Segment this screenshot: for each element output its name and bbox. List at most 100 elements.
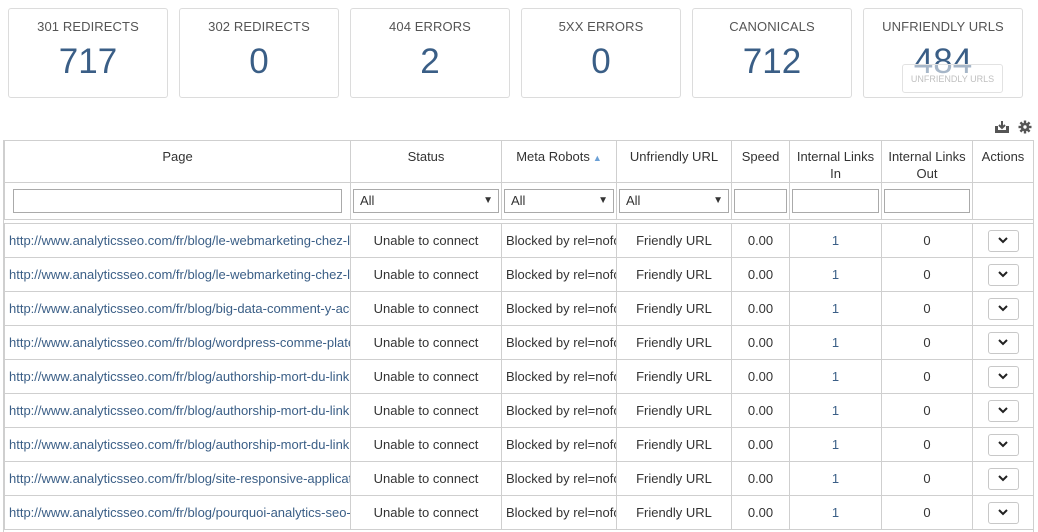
table-row[interactable]: http://www.analyticsseo.com/fr/blog/auth… — [4, 393, 1033, 428]
row-actions-button[interactable] — [987, 365, 1019, 388]
links-out-cell: 0 — [923, 335, 931, 350]
speed-cell: 0.00 — [747, 233, 774, 248]
card-value: 2 — [420, 42, 440, 81]
links-out-cell: 0 — [923, 301, 931, 316]
page-url-link[interactable]: http://www.analyticsseo.com/fr/blog/auth… — [9, 437, 349, 452]
page-url-link[interactable]: http://www.analyticsseo.com/fr/blog/auth… — [9, 369, 349, 384]
card-302-redirects[interactable]: 302 REDIRECTS 0 — [179, 8, 339, 98]
table-row[interactable]: http://www.analyticsseo.com/fr/blog/big-… — [4, 291, 1033, 326]
meta-robots-cell: Blocked by rel=nofollow — [506, 471, 616, 486]
meta-robots-cell: Blocked by rel=nofollow — [506, 369, 616, 384]
filter-row: All ▼ All ▼ All ▼ — [4, 182, 1033, 220]
table-row[interactable]: http://www.analyticsseo.com/fr/blog/le-w… — [4, 257, 1033, 292]
column-header-status[interactable]: Status — [350, 140, 502, 183]
pages-grid: Page Status Meta Robots ▲ Unfriendly URL … — [3, 140, 1034, 532]
unfriendly-url-cell: Friendly URL — [636, 233, 712, 248]
column-header-page[interactable]: Page — [4, 140, 351, 183]
links-in-link[interactable]: 1 — [832, 471, 839, 486]
table-row[interactable]: http://www.analyticsseo.com/fr/blog/word… — [4, 325, 1033, 360]
card-unfriendly-urls[interactable]: UNFRIENDLY URLS 484 UNFRIENDLY URLS — [863, 8, 1023, 98]
unfriendly-url-filter-select[interactable]: All ▼ — [619, 189, 729, 213]
header-row: Page Status Meta Robots ▲ Unfriendly URL … — [4, 140, 1033, 183]
meta-robots-cell: Blocked by rel=nofollow — [506, 267, 616, 282]
card-value: 0 — [249, 42, 269, 81]
links-out-filter-input[interactable] — [884, 189, 970, 213]
meta-robots-cell: Blocked by rel=nofollow — [506, 335, 616, 350]
meta-robots-cell: Blocked by rel=nofollow — [506, 233, 616, 248]
links-in-link[interactable]: 1 — [832, 437, 839, 452]
card-label: UNFRIENDLY URLS — [882, 19, 1004, 34]
settings-button[interactable] — [1018, 120, 1032, 134]
status-cell: Unable to connect — [373, 471, 479, 486]
links-out-cell: 0 — [923, 403, 931, 418]
card-label: 302 REDIRECTS — [208, 19, 310, 34]
export-button[interactable] — [994, 120, 1010, 134]
chevron-down-icon — [998, 271, 1008, 278]
dropdown-arrow-icon: ▼ — [598, 195, 608, 206]
page-filter-input[interactable] — [13, 189, 342, 213]
unfriendly-url-cell: Friendly URL — [636, 335, 712, 350]
page-url-link[interactable]: http://www.analyticsseo.com/fr/blog/auth… — [9, 403, 349, 418]
unfriendly-url-cell: Friendly URL — [636, 471, 712, 486]
card-value: 0 — [591, 42, 611, 81]
row-actions-button[interactable] — [987, 297, 1019, 320]
card-label: 5XX ERRORS — [558, 19, 644, 34]
page-url-link[interactable]: http://www.analyticsseo.com/fr/blog/word… — [9, 335, 350, 350]
actions-filter-cell — [972, 182, 1033, 220]
status-filter-select[interactable]: All ▼ — [353, 189, 499, 213]
links-out-cell: 0 — [923, 267, 931, 282]
row-actions-button[interactable] — [987, 331, 1019, 354]
page-url-link[interactable]: http://www.analyticsseo.com/fr/blog/le-w… — [9, 233, 350, 248]
speed-cell: 0.00 — [747, 301, 774, 316]
page-url-link[interactable]: http://www.analyticsseo.com/fr/blog/le-w… — [9, 267, 350, 282]
card-301-redirects[interactable]: 301 REDIRECTS 717 — [8, 8, 168, 98]
column-header-internal-links-out[interactable]: Internal Links Out — [881, 140, 973, 183]
page-url-link[interactable]: http://www.analyticsseo.com/fr/blog/site… — [9, 471, 350, 486]
card-label: CANONICALS — [729, 19, 815, 34]
row-actions-button[interactable] — [987, 501, 1019, 524]
unfriendly-url-cell: Friendly URL — [636, 505, 712, 520]
row-actions-button[interactable] — [987, 263, 1019, 286]
column-header-actions: Actions — [972, 140, 1033, 183]
links-in-link[interactable]: 1 — [832, 369, 839, 384]
row-actions-button[interactable] — [987, 399, 1019, 422]
table-row[interactable]: http://www.analyticsseo.com/fr/blog/pour… — [4, 495, 1033, 530]
status-cell: Unable to connect — [373, 267, 479, 282]
speed-cell: 0.00 — [747, 335, 774, 350]
links-in-filter-input[interactable] — [792, 189, 879, 213]
links-in-link[interactable]: 1 — [832, 335, 839, 350]
table-body: http://www.analyticsseo.com/fr/blog/le-w… — [4, 219, 1033, 530]
dropdown-arrow-icon: ▼ — [483, 195, 493, 206]
links-in-link[interactable]: 1 — [832, 267, 839, 282]
links-in-link[interactable]: 1 — [832, 403, 839, 418]
chevron-down-icon — [998, 441, 1008, 448]
speed-cell: 0.00 — [747, 471, 774, 486]
links-out-cell: 0 — [923, 437, 931, 452]
links-in-link[interactable]: 1 — [832, 505, 839, 520]
unfriendly-url-cell: Friendly URL — [636, 403, 712, 418]
column-header-speed[interactable]: Speed — [731, 140, 790, 183]
links-in-link[interactable]: 1 — [832, 301, 839, 316]
meta-robots-cell: Blocked by rel=nofollow — [506, 403, 616, 418]
card-5xx-errors[interactable]: 5XX ERRORS 0 — [521, 8, 681, 98]
card-404-errors[interactable]: 404 ERRORS 2 — [350, 8, 510, 98]
table-row[interactable]: http://www.analyticsseo.com/fr/blog/site… — [4, 461, 1033, 496]
row-actions-button[interactable] — [987, 229, 1019, 252]
links-in-link[interactable]: 1 — [832, 233, 839, 248]
meta-robots-filter-select[interactable]: All ▼ — [504, 189, 614, 213]
summary-cards: 301 REDIRECTS 717 302 REDIRECTS 0 404 ER… — [8, 8, 1023, 98]
card-canonicals[interactable]: CANONICALS 712 — [692, 8, 852, 98]
row-actions-button[interactable] — [987, 467, 1019, 490]
table-row[interactable]: http://www.analyticsseo.com/fr/blog/auth… — [4, 359, 1033, 394]
column-header-meta-robots[interactable]: Meta Robots ▲ — [501, 140, 617, 183]
table-row[interactable]: http://www.analyticsseo.com/fr/blog/le-w… — [4, 223, 1033, 258]
column-header-unfriendly-url[interactable]: Unfriendly URL — [616, 140, 732, 183]
column-header-internal-links-in[interactable]: Internal Links In — [789, 140, 882, 183]
card-tooltip: UNFRIENDLY URLS — [902, 64, 1003, 93]
row-actions-button[interactable] — [987, 433, 1019, 456]
page-url-link[interactable]: http://www.analyticsseo.com/fr/blog/big-… — [9, 301, 350, 316]
page-url-link[interactable]: http://www.analyticsseo.com/fr/blog/pour… — [9, 505, 350, 520]
table-row[interactable]: http://www.analyticsseo.com/fr/blog/auth… — [4, 427, 1033, 462]
speed-filter-input[interactable] — [734, 189, 787, 213]
chevron-down-icon — [998, 509, 1008, 516]
